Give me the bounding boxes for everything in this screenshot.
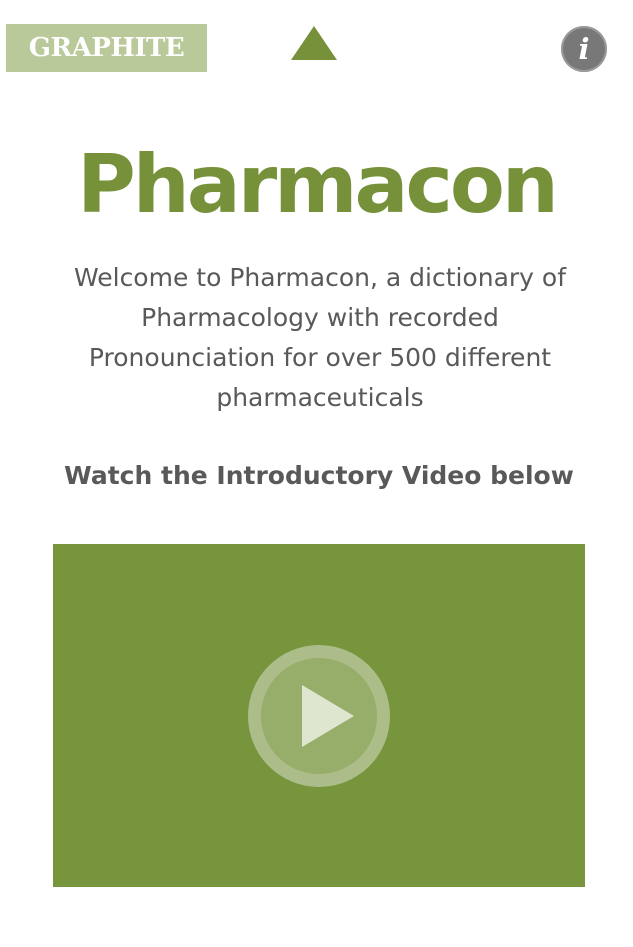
app-title: Pharmacon <box>77 138 559 231</box>
welcome-text: Welcome to Pharmacon, a dictionary of Ph… <box>73 263 567 412</box>
video-caption: Watch the Introductory Video below <box>64 461 574 490</box>
graphite-logo[interactable]: GRAPHITE <box>6 24 207 72</box>
triangle-up-icon[interactable] <box>290 26 338 62</box>
app-screen: GRAPHITE i Pharmacon Welcome to Pharmaco… <box>0 0 633 947</box>
play-icon[interactable] <box>248 645 390 787</box>
info-icon[interactable]: i <box>561 26 607 72</box>
intro-video-player[interactable] <box>53 544 585 887</box>
top-bar: GRAPHITE i <box>0 0 633 80</box>
